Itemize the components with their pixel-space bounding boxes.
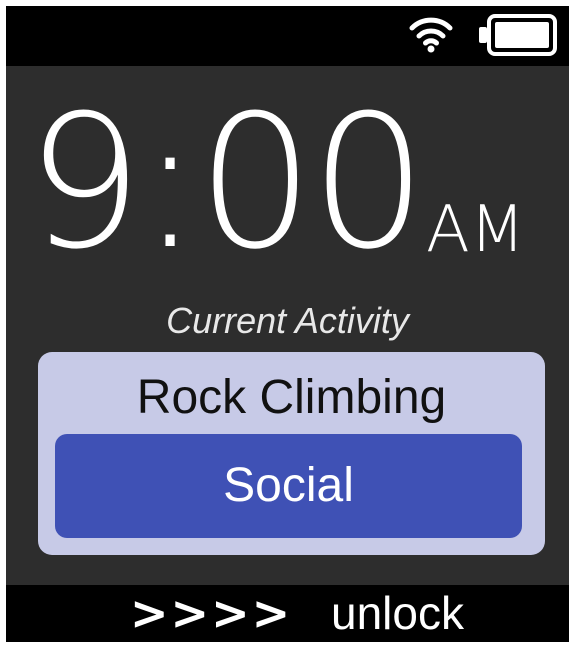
wifi-icon — [409, 17, 453, 53]
lock-screen: 9:00 AM Current Activity Rock Climbing S… — [6, 6, 569, 642]
current-activity-card: Rock Climbing Social — [38, 352, 545, 555]
current-activity-caption: Current Activity — [166, 300, 409, 341]
clock-period: AM — [426, 193, 525, 267]
unlock-arrows-icon: >>>> — [130, 586, 293, 640]
status-bar — [6, 6, 569, 66]
activity-tag-button[interactable]: Social — [55, 434, 522, 538]
clock-time: 9:00 — [26, 76, 427, 290]
unlock-label: unlock — [331, 587, 464, 639]
activity-name: Rock Climbing — [136, 371, 447, 424]
battery-full-icon — [479, 14, 557, 56]
unlock-slider[interactable]: >>>> unlock — [6, 585, 569, 642]
